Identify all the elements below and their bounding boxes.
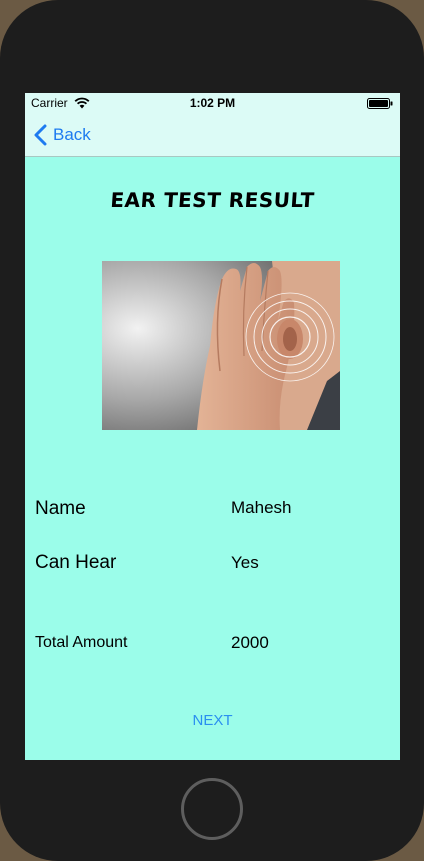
total-amount-value: 2000 bbox=[231, 633, 269, 652]
app-screen: Carrier 1:02 PM Back EAR TEST RESULT Nam… bbox=[25, 93, 400, 760]
device-frame: Carrier 1:02 PM Back EAR TEST RESULT Nam… bbox=[0, 0, 424, 861]
total-amount-label: Total Amount bbox=[35, 634, 128, 651]
ear-listening-image bbox=[102, 261, 340, 430]
chevron-left-icon bbox=[34, 124, 47, 146]
back-button[interactable]: Back bbox=[33, 123, 91, 147]
can-hear-label: Can Hear bbox=[35, 552, 117, 573]
status-time: 1:02 PM bbox=[189, 96, 236, 110]
next-button[interactable]: NEXT bbox=[25, 712, 400, 729]
name-value: Mahesh bbox=[231, 498, 292, 517]
page-title: EAR TEST RESULT bbox=[109, 188, 316, 212]
battery-icon bbox=[367, 98, 393, 109]
name-label: Name bbox=[35, 498, 86, 519]
back-label: Back bbox=[53, 125, 91, 144]
status-bar: Carrier 1:02 PM bbox=[25, 93, 400, 113]
can-hear-value: Yes bbox=[231, 553, 259, 572]
ear-illustration bbox=[102, 261, 340, 430]
navigation-bar: Back bbox=[25, 113, 400, 157]
home-button[interactable] bbox=[181, 778, 243, 840]
